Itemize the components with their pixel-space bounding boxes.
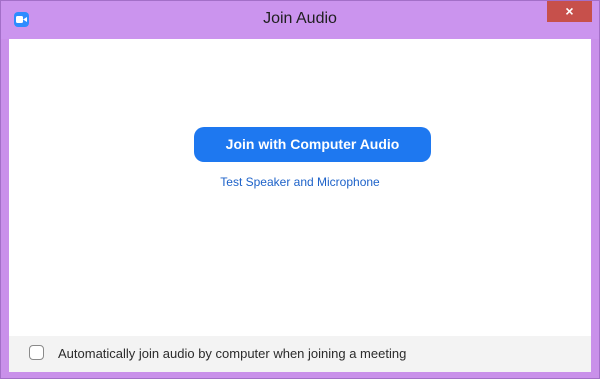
window-title: Join Audio bbox=[263, 10, 337, 27]
auto-join-checkbox[interactable] bbox=[29, 345, 44, 360]
dialog-footer: Automatically join audio by computer whe… bbox=[9, 336, 591, 372]
close-button[interactable]: × bbox=[547, 1, 592, 22]
join-audio-window: Join Audio × Join with Computer Audio Te… bbox=[0, 0, 600, 379]
auto-join-label[interactable]: Automatically join audio by computer whe… bbox=[58, 346, 406, 361]
join-computer-audio-button[interactable]: Join with Computer Audio bbox=[194, 127, 431, 162]
title-bar[interactable]: Join Audio × bbox=[1, 1, 599, 39]
dialog-content: Join with Computer Audio Test Speaker an… bbox=[9, 39, 591, 372]
close-icon: × bbox=[565, 3, 574, 19]
test-speaker-microphone-link[interactable]: Test Speaker and Microphone bbox=[9, 175, 591, 189]
